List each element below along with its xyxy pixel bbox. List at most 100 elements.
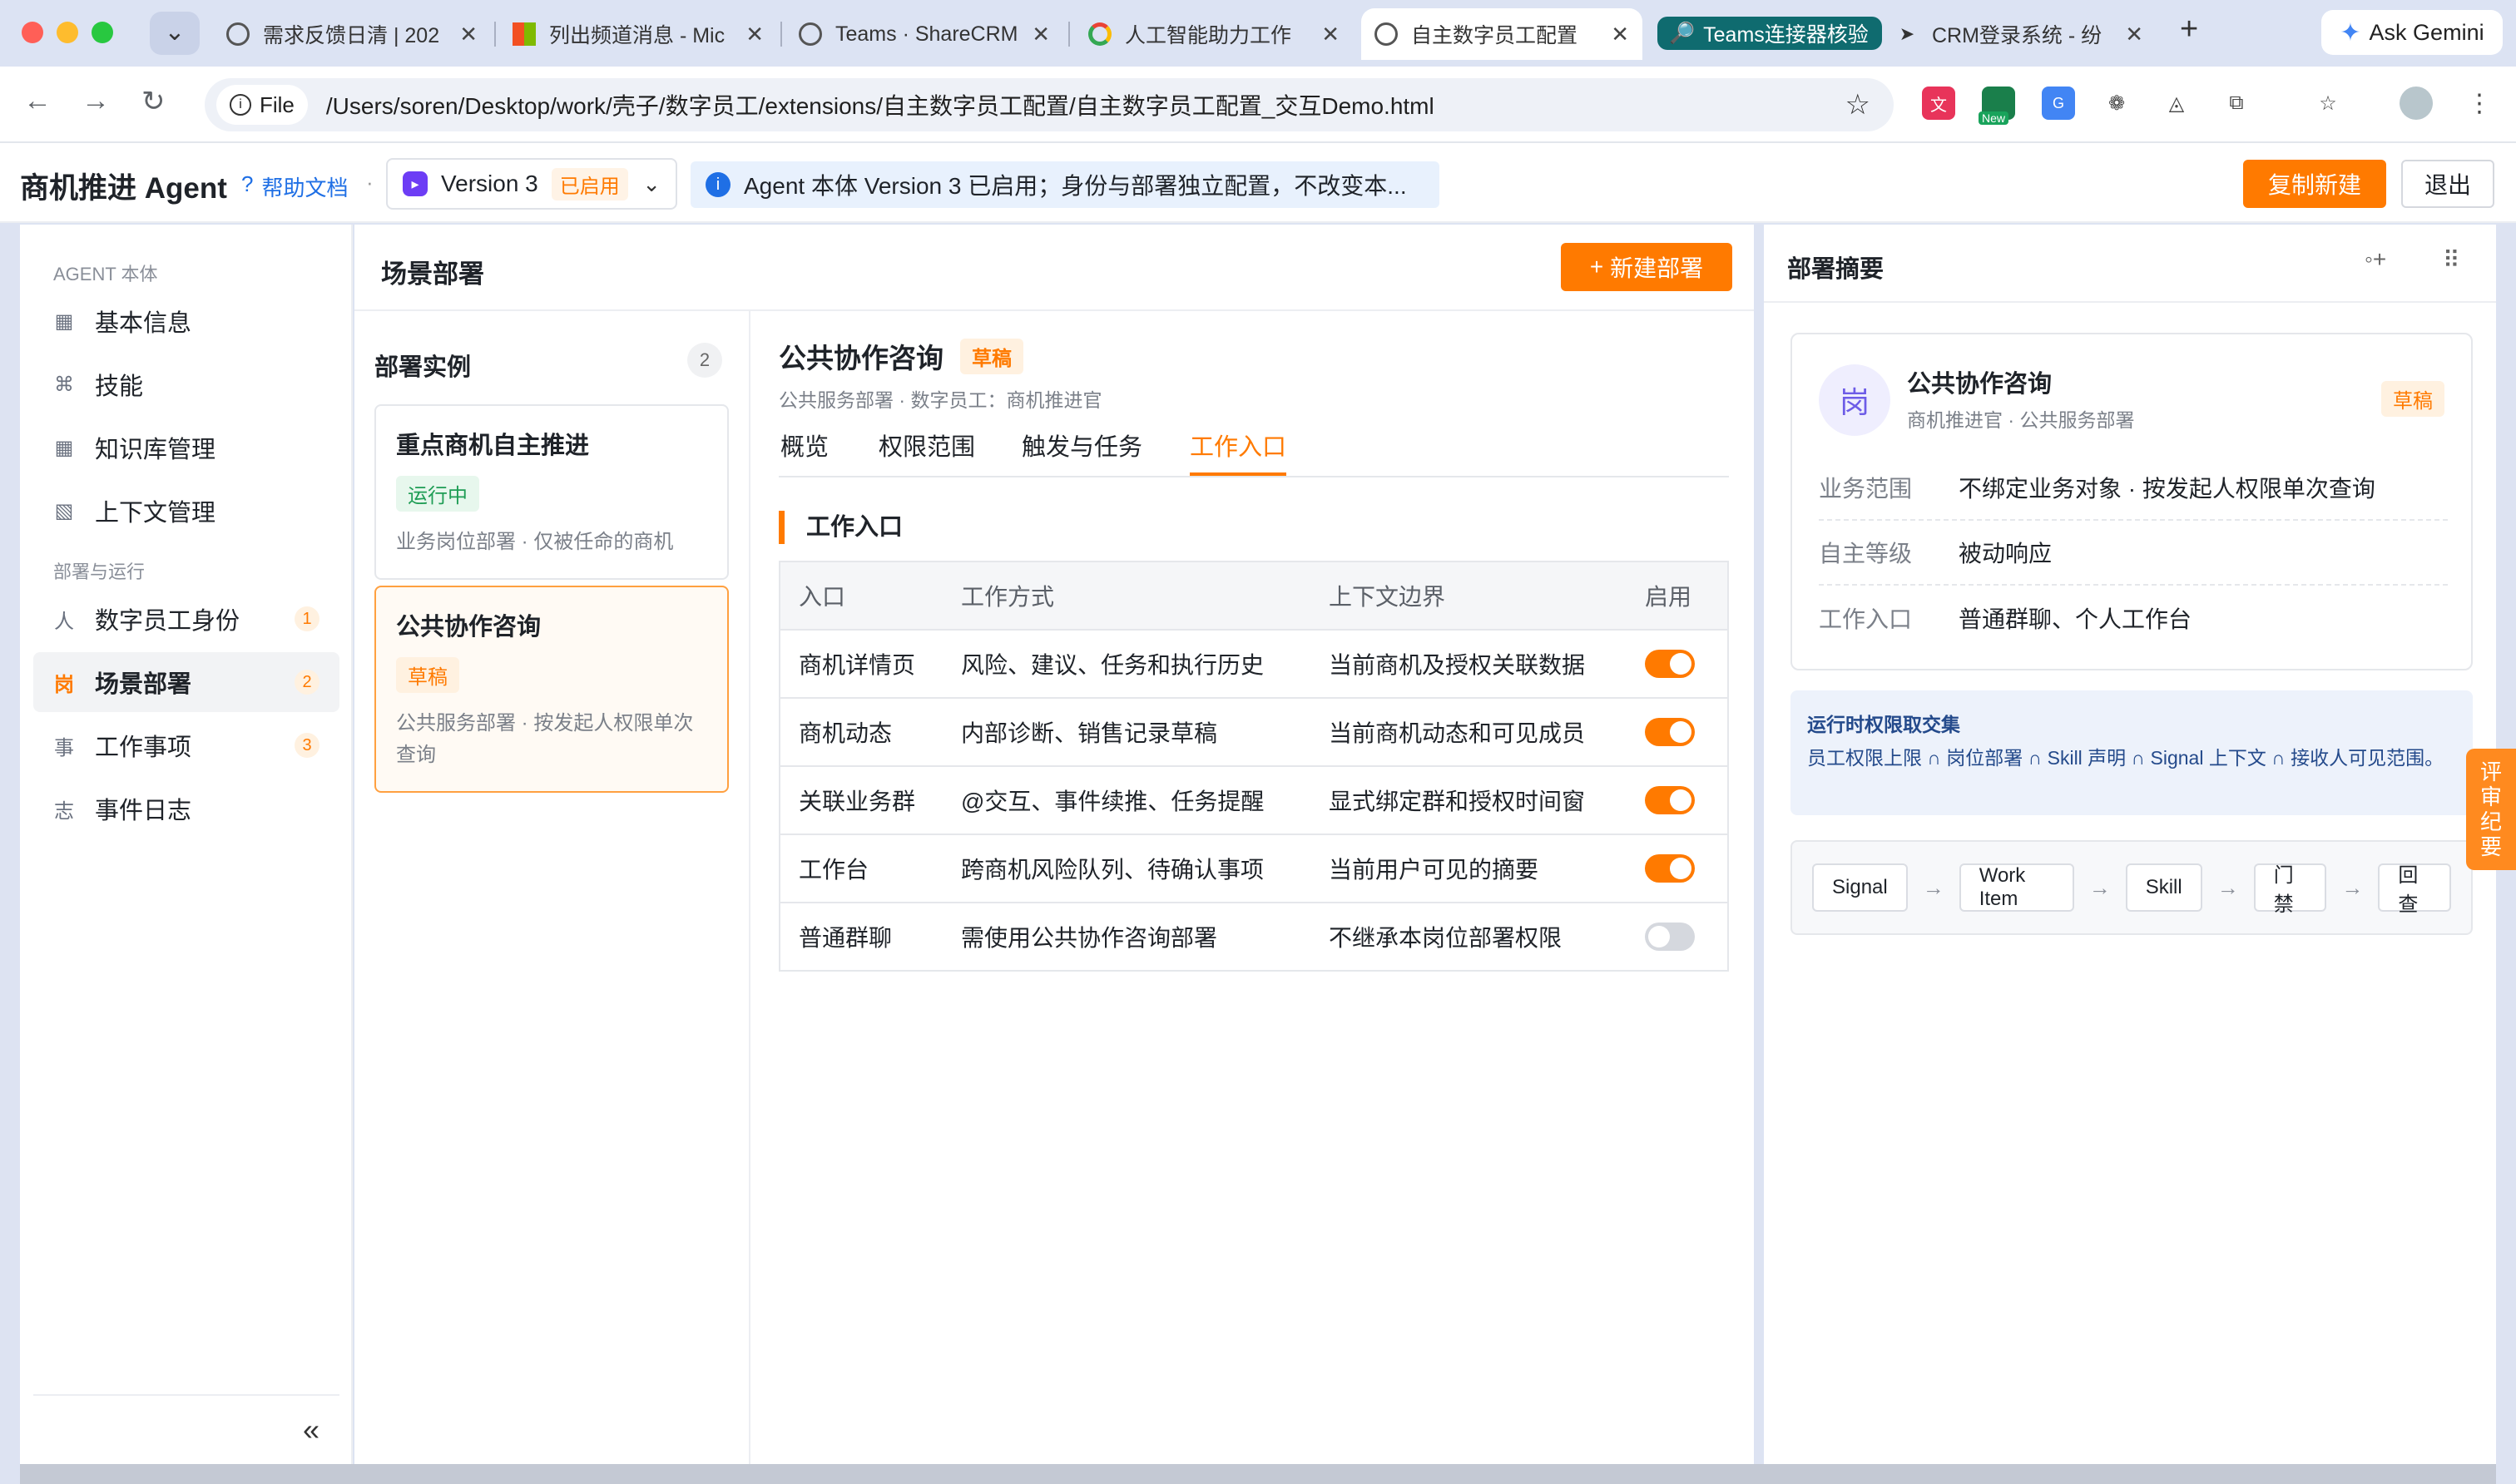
collapse-sidebar-icon[interactable]: « [303,1412,319,1447]
exit-button[interactable]: 退出 [2401,160,2494,208]
detail-subtitle: 公共服务部署 · 数字员工：商机推进官 [779,389,1102,411]
sidebar-item-context[interactable]: ▧ 上下文管理 [33,481,339,541]
summary-header: 部署摘要 ◦+ ⠿ [1764,225,2496,303]
tab-work-entry[interactable]: 工作入口 [1190,428,1287,476]
boundary-cell: 不继承本岗位部署权限 [1310,903,1627,972]
enable-toggle[interactable] [1645,786,1695,815]
sidebar-item-identity[interactable]: 人 数字员工身份 1 [33,589,339,649]
new-deployment-label: 新建部署 [1610,255,1704,281]
table-row: 普通群聊 需使用公共协作咨询部署 不继承本岗位部署权限 [780,903,1728,972]
close-tab-icon[interactable]: ✕ [745,22,764,47]
browser-tab[interactable]: 列出频道消息 - Mic ✕ [499,8,777,60]
sidebar-item-knowledge[interactable]: ▦ 知识库管理 [33,418,339,477]
google-translate-icon[interactable]: G [2042,87,2075,120]
pattern-icon: ▧ [54,499,74,522]
flow-step: Signal [1812,863,1908,912]
review-notes-tab[interactable]: 评审纪要 [2466,749,2516,870]
boundary-cell: 显式绑定群和授权时间窗 [1310,766,1627,835]
summary-card: 岗 公共协作咨询 商机推进官 · 公共服务部署 草稿 业务范围 不绑定业务对象 … [1790,333,2473,670]
browser-tab-active[interactable]: 自主数字员工配置 ✕ [1361,8,1642,60]
mode-cell: @交互、事件续推、任务提醒 [943,766,1310,835]
close-tab-icon[interactable]: ✕ [1032,22,1050,47]
more-menu-icon[interactable]: ⋮ [2463,87,2496,120]
add-widget-icon[interactable]: ◦+ [2365,246,2386,273]
sidebar-item-event-log[interactable]: 志 事件日志 [33,779,339,838]
enable-toggle[interactable] [1645,650,1695,679]
horizontal-scrollbar[interactable] [20,1464,2496,1484]
entry-cell: 工作台 [780,834,943,903]
back-arrow-icon[interactable]: ← [23,85,52,117]
close-tab-icon[interactable]: ✕ [1611,22,1629,47]
tab-overview[interactable]: 概览 [780,428,829,476]
close-tab-icon[interactable]: ✕ [1321,22,1340,47]
detail-title-row: 公共协作咨询 草稿 [779,336,1023,376]
openai-icon[interactable]: ❁ [2100,87,2133,120]
sidebar-item-label: 技能 [95,373,144,400]
entry-cell: 商机动态 [780,698,943,767]
forward-arrow-icon[interactable]: → [82,85,110,117]
minimize-window-button[interactable] [57,22,78,43]
browser-tab[interactable]: 人工智能助力工作 ✕ [1075,8,1353,60]
instance-list-title: 部署实例 [374,354,472,381]
instance-card-selected[interactable]: 公共协作咨询 草稿 公共服务部署 · 按发起人权限单次查询 [374,586,729,793]
table-row: 关联业务群 @交互、事件续推、任务提醒 显式绑定群和授权时间窗 [780,766,1728,835]
puzzle-extensions-icon[interactable]: ⧉ [2220,87,2253,120]
cursor-icon: ➤ [1899,23,1915,44]
help-link[interactable]: ? 帮助文档 [241,171,348,202]
site-info-chip[interactable]: i File [216,85,308,125]
reload-icon[interactable]: ↻ [141,85,166,118]
browser-window: ⌄ 需求反馈日清 | 202 ✕ 列出频道消息 - Mic ✕ Teams · … [0,0,2516,1484]
sparkle-icon: ✦ [2340,18,2361,47]
new-tab-button[interactable]: + [2180,12,2198,47]
new-badge: New [1979,111,2009,125]
enable-toggle[interactable] [1645,854,1695,883]
star-list-icon[interactable]: ☆ [2311,87,2345,120]
address-bar[interactable]: i File /Users/soren/Desktop/work/壳子/数字员工… [205,78,1894,131]
browser-tab-group-chip[interactable]: 🔎 Teams连接器核验 [1657,17,1882,50]
tab-triggers-tasks[interactable]: 触发与任务 [1022,428,1142,476]
ask-gemini-button[interactable]: ✦ Ask Gemini [2321,10,2503,55]
command-icon: ⌘ [54,373,74,396]
globe-icon [226,22,250,46]
summary-panel: 部署摘要 ◦+ ⠿ 岗 公共协作咨询 商机推进官 · 公共服务部署 草稿 业务范… [1764,225,2496,1464]
sidebar-item-skills[interactable]: ⌘ 技能 [33,354,339,414]
browser-toolbar: ← → ↻ i File /Users/soren/Desktop/work/壳… [0,67,2516,143]
mode-cell: 风险、建议、任务和执行历史 [943,630,1310,699]
sidebar-item-basic-info[interactable]: ▦ 基本信息 [33,291,339,351]
version-select[interactable]: ▸ Version 3 已启用 ⌄ [386,158,677,210]
tab-permission-scope[interactable]: 权限范围 [879,428,975,476]
instance-card[interactable]: 重点商机自主推进 运行中 业务岗位部署 · 仅被任命的商机 [374,404,729,580]
translate-extension-icon[interactable]: 文 [1922,87,1955,120]
browser-tab[interactable]: Teams · ShareCRM ✕ [785,8,1063,60]
boundary-cell: 当前商机动态和可见成员 [1310,698,1627,767]
close-window-button[interactable] [22,22,43,43]
entry-cell: 关联业务群 [780,766,943,835]
triangle-extension-icon[interactable]: ◬ [2160,87,2193,120]
instance-card-title: 公共协作咨询 [396,614,542,641]
grid-icon: ▦ [54,309,74,333]
enable-toggle[interactable] [1645,923,1695,952]
profile-avatar[interactable] [2400,87,2433,120]
work-entry-section-title: 工作入口 [779,511,903,544]
tab-search-chevron-icon[interactable]: ⌄ [150,12,200,55]
instance-card-title: 重点商机自主推进 [396,433,590,459]
close-tab-icon[interactable]: ✕ [459,22,478,47]
sidebar-item-deployment[interactable]: 岗 场景部署 2 [33,652,339,712]
bookmark-star-icon[interactable]: ☆ [1845,88,1870,121]
enabled-cell [1627,834,1728,903]
new-extension-icon[interactable]: New [1979,87,2015,125]
sidebar-item-work-items[interactable]: 事 工作事项 3 [33,715,339,775]
new-deployment-button[interactable]: + 新建部署 [1561,243,1732,291]
enable-toggle[interactable] [1645,718,1695,747]
entry-cell: 商机详情页 [780,630,943,699]
browser-tab[interactable]: 需求反馈日清 | 202 ✕ [213,8,491,60]
sidebar: AGENT 本体 ▦ 基本信息 ⌘ 技能 ▦ 知识库管理 ▧ 上下文管理 部署与… [20,225,353,1464]
agent-version-icon: ▸ [403,171,428,196]
instance-count-badge: 2 [687,343,722,378]
count-badge: 1 [295,606,319,631]
maximize-window-button[interactable] [92,22,113,43]
close-tab-icon[interactable]: ✕ [2125,22,2143,47]
copy-new-button[interactable]: 复制新建 [2243,160,2386,208]
browser-tab[interactable]: ➤ CRM登录系统 - 纷 ✕ [1882,8,2157,60]
drag-handle-icon[interactable]: ⠿ [2443,246,2460,274]
